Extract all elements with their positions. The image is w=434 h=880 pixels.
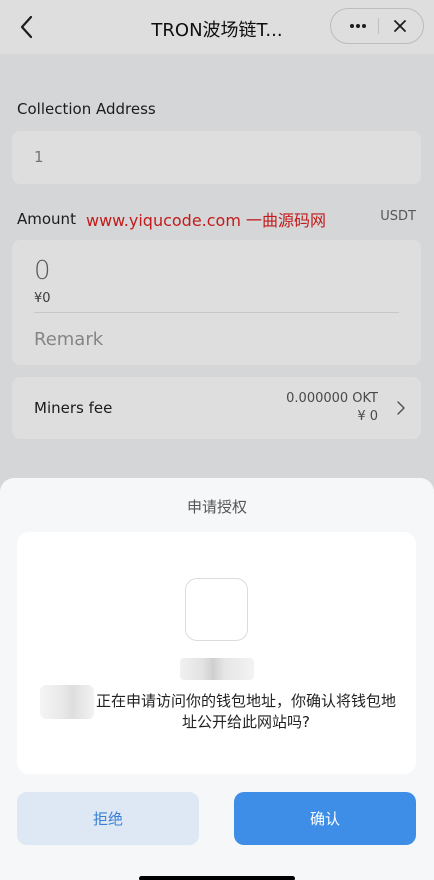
- blurred-site-name: [40, 685, 94, 719]
- authorization-message: 正在申请访问你的钱包地址，你确认将钱包地址公开给此网站吗?: [96, 692, 397, 731]
- blurred-app-name: [180, 658, 254, 680]
- home-indicator: [139, 876, 295, 880]
- authorization-card: [17, 532, 416, 774]
- confirm-button[interactable]: 确认: [234, 792, 416, 845]
- sheet-title: 申请授权: [186, 498, 247, 516]
- app-icon: [185, 578, 248, 641]
- reject-button[interactable]: 拒绝: [17, 792, 199, 845]
- page: TRON波场链T... Collection Address 1 Amount …: [0, 0, 434, 880]
